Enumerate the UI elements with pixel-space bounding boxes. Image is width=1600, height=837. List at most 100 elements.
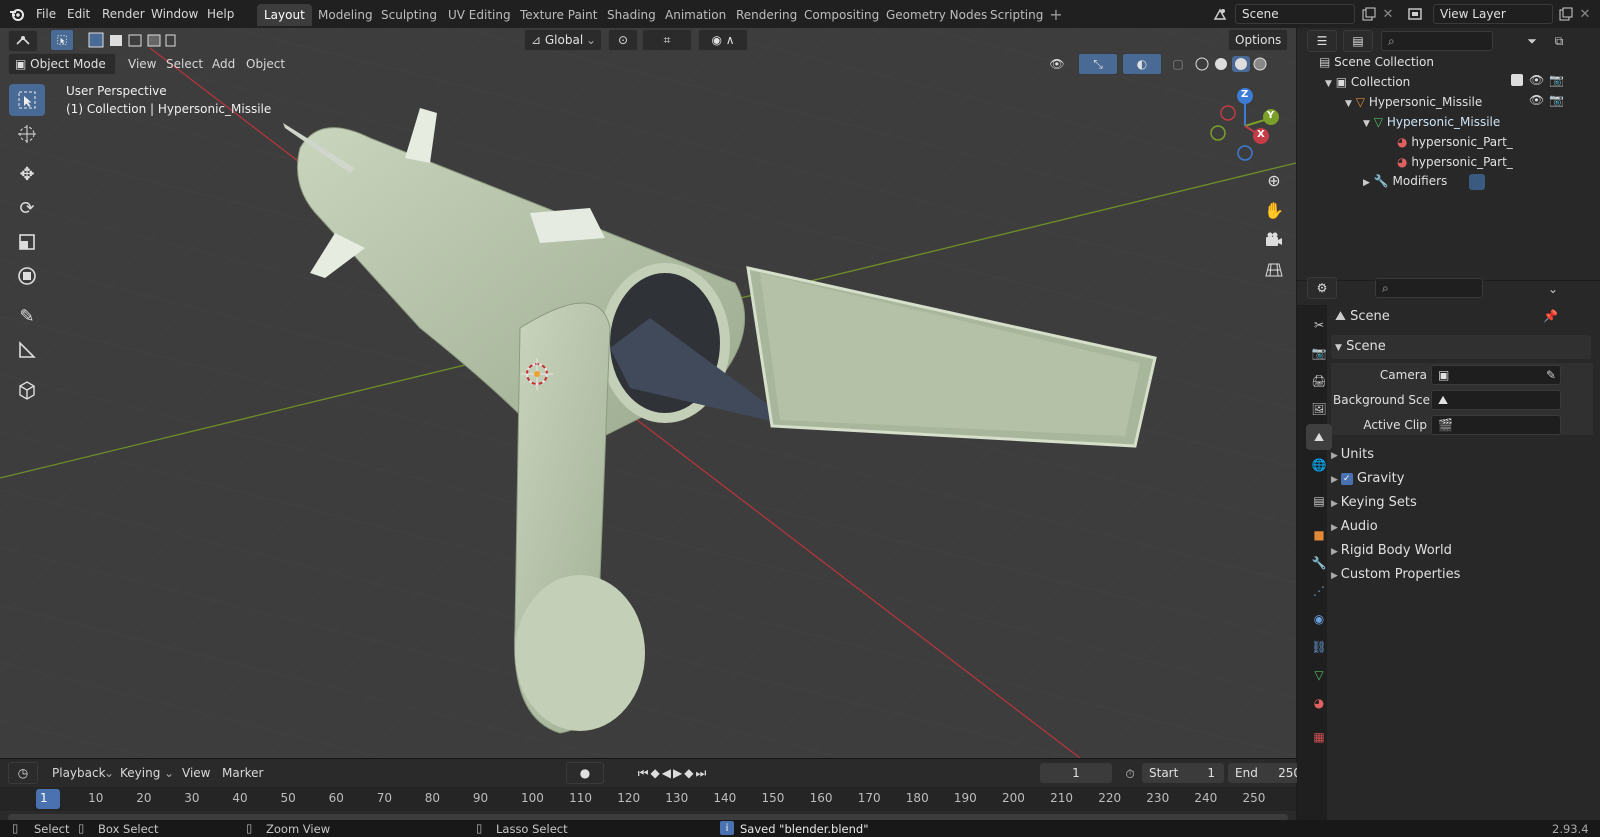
select-box-tool-icon[interactable] [9, 84, 45, 116]
viewport-menu-object[interactable]: Object [240, 54, 291, 74]
pin-icon[interactable]: 📌 [1543, 309, 1558, 323]
tab-sculpting[interactable]: Sculpting [374, 4, 444, 26]
panel-audio[interactable]: ▶ Audio [1331, 515, 1593, 539]
zoom-icon[interactable]: ⊕ [1262, 168, 1286, 192]
eye-icon[interactable]: 👁 [1529, 93, 1544, 107]
prev-keyframe-icon[interactable]: ◆ [651, 766, 660, 780]
chevron-down-icon[interactable]: ⌄ [1543, 281, 1563, 297]
menu-edit[interactable]: Edit [61, 4, 96, 24]
collection-tab-icon[interactable]: ▤ [1306, 488, 1332, 514]
timeline-menu-view[interactable]: View [176, 763, 216, 783]
outliner-row-collection[interactable]: ▼ ▣ Collection [1325, 72, 1410, 92]
3d-viewport[interactable]: ⊿ Global ⌄ ⊙ ⌗ ◉ ∧ Options ▣ Object Mode … [0, 28, 1296, 758]
add-cube-tool-icon[interactable] [9, 374, 45, 406]
filter-icon[interactable]: ⏷ [1517, 32, 1547, 50]
overlays-toggle-icon[interactable]: ◐ [1122, 53, 1162, 75]
view-layer-field[interactable]: View Layer [1433, 4, 1553, 24]
panel-keying-sets[interactable]: ▶ Keying Sets [1331, 491, 1593, 515]
proportional-editing-icon[interactable]: ◉ ∧ [698, 29, 748, 51]
tab-scripting[interactable]: Scripting [983, 4, 1050, 26]
menu-window[interactable]: Window [145, 4, 204, 24]
select-tool-icon[interactable] [50, 29, 74, 51]
viewport-menu-view[interactable]: View [122, 54, 162, 74]
material-tab-icon[interactable]: ◕ [1306, 690, 1332, 716]
gravity-checkbox[interactable]: ✓ [1340, 472, 1353, 485]
outliner-row-scene-collection[interactable]: ▤ Scene Collection [1319, 52, 1434, 72]
cursor-tool-icon[interactable] [9, 118, 45, 150]
timeline-menu-keying[interactable]: Keying [114, 763, 166, 783]
panel-gravity[interactable]: ▶ ✓ Gravity [1331, 467, 1593, 491]
jump-start-icon[interactable]: ⏮ [638, 766, 649, 781]
background-scene-field[interactable]: ⛰ [1431, 390, 1561, 410]
annotate-tool-icon[interactable]: ✎ [9, 300, 45, 332]
viewport-menu-select[interactable]: Select [160, 54, 209, 74]
properties-editor-type-icon[interactable]: ⚙ [1307, 277, 1337, 299]
mode-dropdown[interactable]: ▣ Object Mode [8, 53, 116, 75]
viewport-menu-add[interactable]: Add [206, 54, 241, 74]
add-workspace-icon[interactable]: + [1048, 5, 1064, 24]
outliner-row-material[interactable]: ◕ hypersonic_Part_ [1397, 132, 1513, 152]
panel-rigid-body-world[interactable]: ▶ Rigid Body World [1331, 539, 1593, 563]
pivot-point-icon[interactable]: ⊙ [608, 29, 638, 51]
active-clip-field[interactable]: 🎬 [1431, 415, 1561, 435]
mesh-data-tab-icon[interactable]: ▽ [1306, 662, 1332, 688]
tab-animation[interactable]: Animation [658, 4, 733, 26]
expand-arrow-icon[interactable]: ▼ [1325, 79, 1332, 89]
view-layer-tab-icon[interactable]: 🖼 [1306, 396, 1332, 422]
stopwatch-icon[interactable]: ⏱ [1120, 764, 1140, 784]
view-layer-icon[interactable] [1403, 5, 1431, 23]
record-keyframe-icon[interactable]: ● [566, 762, 604, 784]
new-scene-icon[interactable] [1360, 5, 1378, 23]
menu-help[interactable]: Help [201, 4, 240, 24]
timeline-menu-playback[interactable]: Playback [46, 763, 112, 783]
close-scene-icon[interactable]: ✕ [1380, 5, 1396, 23]
tool-tab-icon[interactable]: ✂ [1306, 312, 1332, 338]
expand-arrow-icon[interactable]: ▼ [1345, 99, 1352, 109]
scale-tool-icon[interactable] [9, 226, 45, 258]
properties-search-input[interactable]: ⌕ [1375, 278, 1483, 298]
expand-arrow-icon[interactable]: ▶ [1363, 178, 1370, 188]
scene-selector-icon[interactable] [1206, 5, 1234, 23]
measure-tool-icon[interactable] [9, 334, 45, 366]
timeline-editor-type-icon[interactable]: ◷ [8, 762, 38, 784]
tab-texture-paint[interactable]: Texture Paint [513, 4, 604, 26]
outliner-row-material[interactable]: ◕ hypersonic_Part_ [1397, 152, 1513, 172]
xray-icon[interactable]: ▢ [1168, 54, 1188, 74]
timeline-menu-marker[interactable]: Marker [216, 763, 269, 783]
rotate-tool-icon[interactable]: ⟳ [9, 192, 45, 224]
output-tab-icon[interactable]: 🖨 [1306, 368, 1332, 394]
panel-custom-properties[interactable]: ▶ Custom Properties [1331, 563, 1593, 587]
texture-tab-icon[interactable]: ▦ [1306, 724, 1332, 750]
eye-icon[interactable]: 👁 [1529, 73, 1544, 87]
scene-name-field[interactable]: Scene [1235, 4, 1355, 24]
physics-tab-icon[interactable]: ◉ [1306, 606, 1332, 632]
navigation-gizmo[interactable]: Z Y X [1205, 86, 1285, 166]
tab-geometry-nodes[interactable]: Geometry Nodes [879, 4, 994, 26]
world-tab-icon[interactable]: 🌐 [1306, 452, 1332, 478]
next-keyframe-icon[interactable]: ◆ [684, 766, 693, 780]
viewport-canvas[interactable] [0, 28, 1296, 758]
render-tab-icon[interactable]: 📷 [1306, 340, 1332, 366]
tab-compositing[interactable]: Compositing [797, 4, 886, 26]
eyedropper-icon[interactable]: ✎ [1546, 366, 1556, 384]
exclude-checkbox[interactable] [1511, 74, 1523, 86]
particles-tab-icon[interactable]: ⋰ [1306, 578, 1332, 604]
camera-icon[interactable]: 📷 [1549, 73, 1564, 87]
current-frame-field[interactable]: 1 [1040, 763, 1112, 783]
jump-end-icon[interactable]: ⏭ [695, 766, 706, 781]
constraints-tab-icon[interactable]: ⛓ [1306, 634, 1332, 660]
menu-render[interactable]: Render [96, 4, 151, 24]
close-view-layer-icon[interactable]: ✕ [1577, 5, 1593, 23]
camera-icon[interactable]: 📷 [1549, 93, 1564, 107]
play-icon[interactable]: ▶ [673, 766, 682, 780]
tab-layout[interactable]: Layout [257, 4, 312, 26]
pan-hand-icon[interactable]: ✋ [1262, 198, 1286, 222]
expand-arrow-icon[interactable]: ▼ [1363, 119, 1370, 129]
editor-type-icon[interactable] [8, 30, 38, 52]
outliner-row-object[interactable]: ▼ ▽ Hypersonic_Missile [1345, 92, 1482, 112]
panel-units[interactable]: ▶ Units [1331, 443, 1593, 467]
new-view-layer-icon[interactable] [1557, 5, 1575, 23]
visibility-icon[interactable]: 👁 [1042, 54, 1072, 74]
play-reverse-icon[interactable]: ◀ [662, 766, 671, 780]
timeline-ruler[interactable]: 1 10 20 30 40 50 60 70 80 90 100 110 120 130 140 150 160… [0, 787, 1296, 811]
